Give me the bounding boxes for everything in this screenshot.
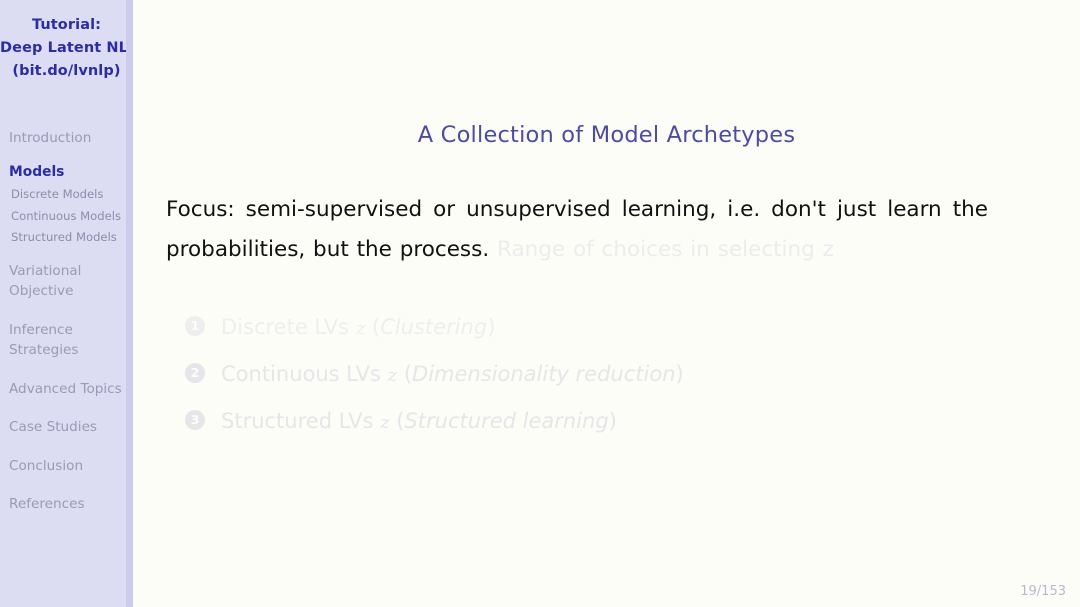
sidebar-item-case-studies[interactable]: Case Studies [0,417,133,438]
list-item-prefix: Discrete LVs [221,315,350,339]
sidebar-title-line-3: (bit.do/lvnlp) [12,63,121,79]
list-item-open-paren: ( [403,362,413,386]
list-item-close-paren: ) [608,409,617,433]
sidebar-item-label: Conclusion [9,457,84,474]
sidebar-item-introduction[interactable]: Introduction [0,128,133,149]
list-item-description: Dimensionality reduction [412,362,676,386]
sidebar-navigation: Tutorial: Deep Latent NLP (bit.do/lvnlp)… [0,0,139,607]
page-title: A Collection of Model Archetypes [417,122,796,148]
list-item-prefix: Continuous LVs [221,362,381,386]
sidebar-item-conclusion[interactable]: Conclusion [0,456,133,477]
sidebar-item-advanced-topics[interactable]: Advanced Topics [0,379,133,400]
sidebar-item-structured-models[interactable]: Structured Models [0,227,133,249]
list-item: 2 Continuous LVs z (Dimensionality reduc… [185,359,1045,406]
sidebar-item-models[interactable]: Models [0,162,133,183]
list-item-variable: z [355,318,366,339]
body-paragraph: Focus: semi-supervised or unsupervised l… [166,190,988,270]
sidebar-item-inference-strategies[interactable]: Inference Strategies [0,320,133,361]
list-number-badge-3: 3 [185,410,205,430]
list-item-prefix: Structured LVs [221,409,374,433]
list-item-close-paren: ) [675,362,684,386]
sidebar-item-references[interactable]: References [0,494,133,515]
sidebar-item-label: Introduction [9,130,92,146]
sidebar-item-label: Case Studies [9,419,98,435]
sidebar-item-label: Inference Strategies [9,321,79,359]
sidebar-title-line-1: Tutorial: [31,17,102,33]
sidebar-item-discrete-models[interactable]: Discrete Models [0,184,133,206]
sidebar-item-continuous-models[interactable]: Continuous Models [0,206,133,228]
slide-content-area: A Collection of Model Archetypes Focus: … [133,0,1080,607]
sidebar-divider [126,0,133,607]
sidebar-subsection-list: Discrete Models Continuous Models Struct… [0,184,133,249]
body-paragraph-faded-text: Range of choices in selecting z [497,237,834,262]
list-item: 1 Discrete LVs z (Clustering) [185,312,1045,359]
list-item-variable: z [380,412,390,433]
sidebar-subitem-label: Discrete Models [11,187,104,201]
sidebar-subitem-label: Continuous Models [11,208,122,223]
sidebar-item-label: References [9,496,85,512]
list-number-badge-2: 2 [185,363,205,383]
sidebar-title-line-2: Deep Latent NLP [0,40,139,56]
list-number-badge-1: 1 [185,316,205,336]
presentation-slide: Tutorial: Deep Latent NLP (bit.do/lvnlp)… [0,0,1080,607]
list-item-description: Structured learning [404,409,609,433]
list-item-variable: z [387,365,398,386]
archetype-list: 1 Discrete LVs z (Clustering) 2 Continuo… [185,312,1045,453]
sidebar-item-label: Variational Objective [9,262,82,300]
sidebar-item-label: Models [9,163,65,180]
sidebar-tutorial-title: Tutorial: Deep Latent NLP (bit.do/lvnlp) [0,14,139,83]
page-number: 19/153 [1020,584,1066,599]
list-item-description: Clustering [380,315,488,339]
sidebar-subitem-label: Structured Models [11,230,117,244]
list-item: 3 Structured LVs z (Structured learning) [185,406,1045,453]
list-item-open-paren: ( [371,315,381,339]
sidebar-item-variational-objective[interactable]: Variational Objective [0,261,133,302]
sidebar-section-list: Introduction Models Discrete Models Cont… [0,128,133,528]
sidebar-item-label: Advanced Topics [9,380,122,397]
list-item-close-paren: ) [487,315,496,339]
